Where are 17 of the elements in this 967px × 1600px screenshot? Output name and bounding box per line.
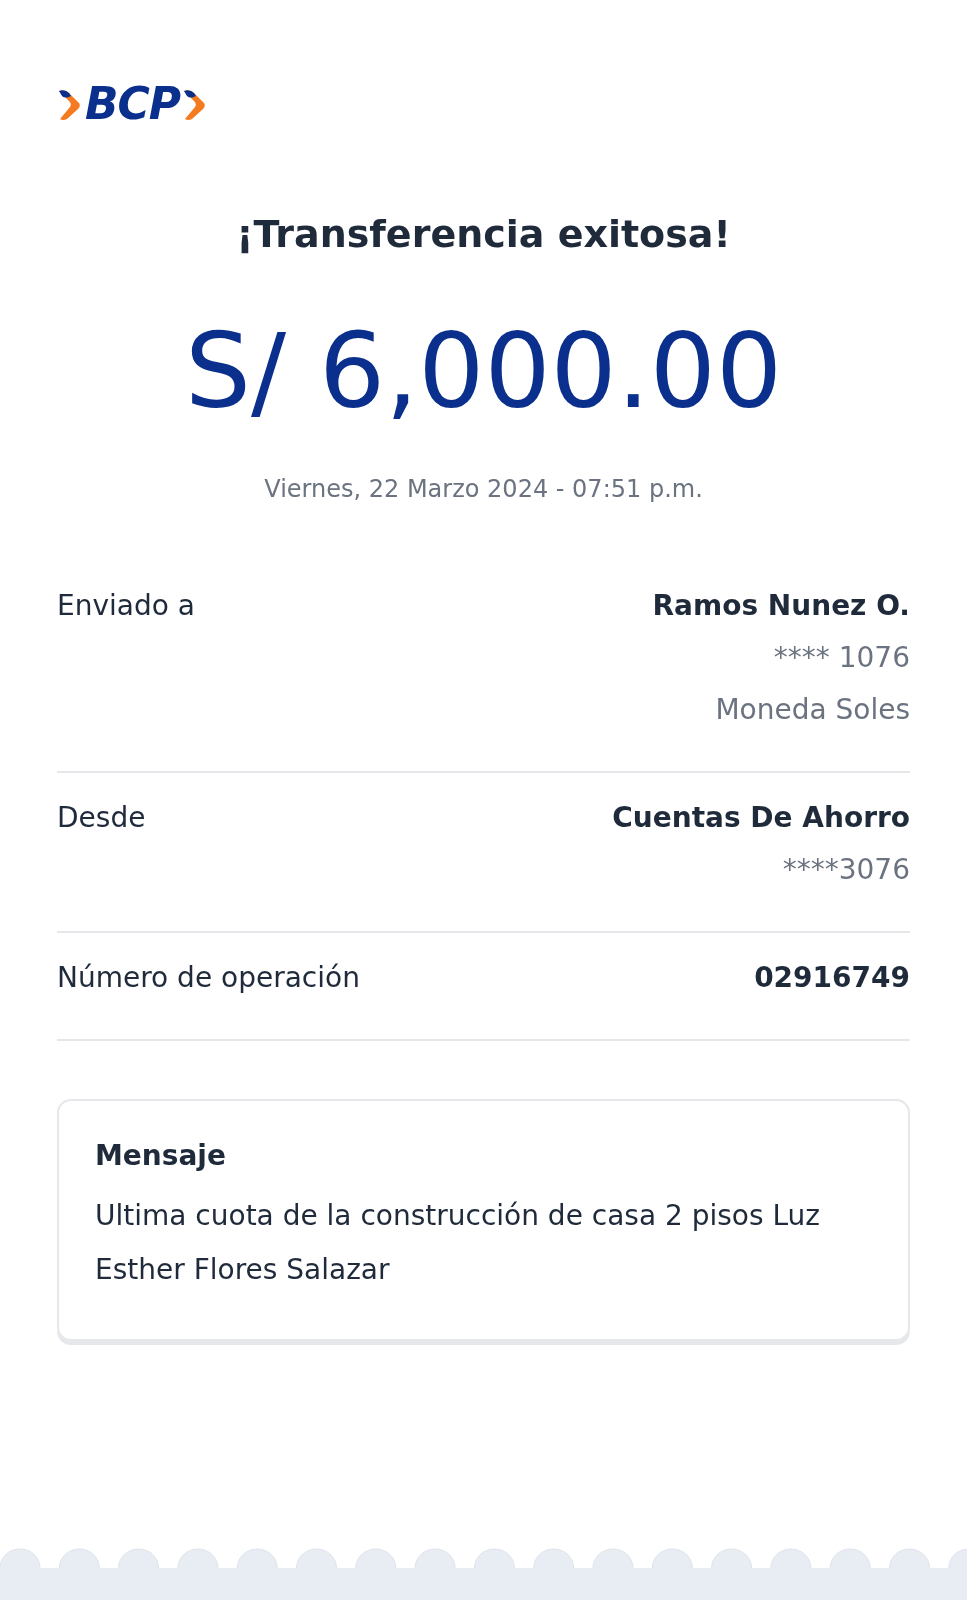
- detail-label: Enviado a: [57, 588, 195, 624]
- detail-label: Número de operación: [57, 960, 360, 996]
- title: ¡Transferencia exitosa!: [235, 211, 732, 258]
- detail-label: Desde: [57, 800, 146, 836]
- message-text: Ultima cuota de la construcción de casa 2 pisos Luz Esther Flores Salazar: [95, 1198, 821, 1288]
- detail-value: Cuentas De Ahorro: [612, 800, 910, 836]
- message-title: Mensaje: [95, 1138, 227, 1174]
- chevron-icon: [57, 87, 83, 121]
- logo-text: BCP: [85, 82, 180, 126]
- detail-value: Moneda Soles: [715, 692, 910, 728]
- chevron-icon: [181, 87, 208, 121]
- detail-value: Ramos Nunez O.: [652, 588, 910, 624]
- detail-value: ****3076: [782, 852, 910, 888]
- date: Viernes, 22 Marzo 2024 - 07:51 p.m.: [263, 474, 704, 505]
- detail-value: 02916749: [754, 960, 910, 996]
- detail-value: **** 1076: [773, 640, 910, 676]
- amount: S/ 6,000.00: [183, 319, 784, 423]
